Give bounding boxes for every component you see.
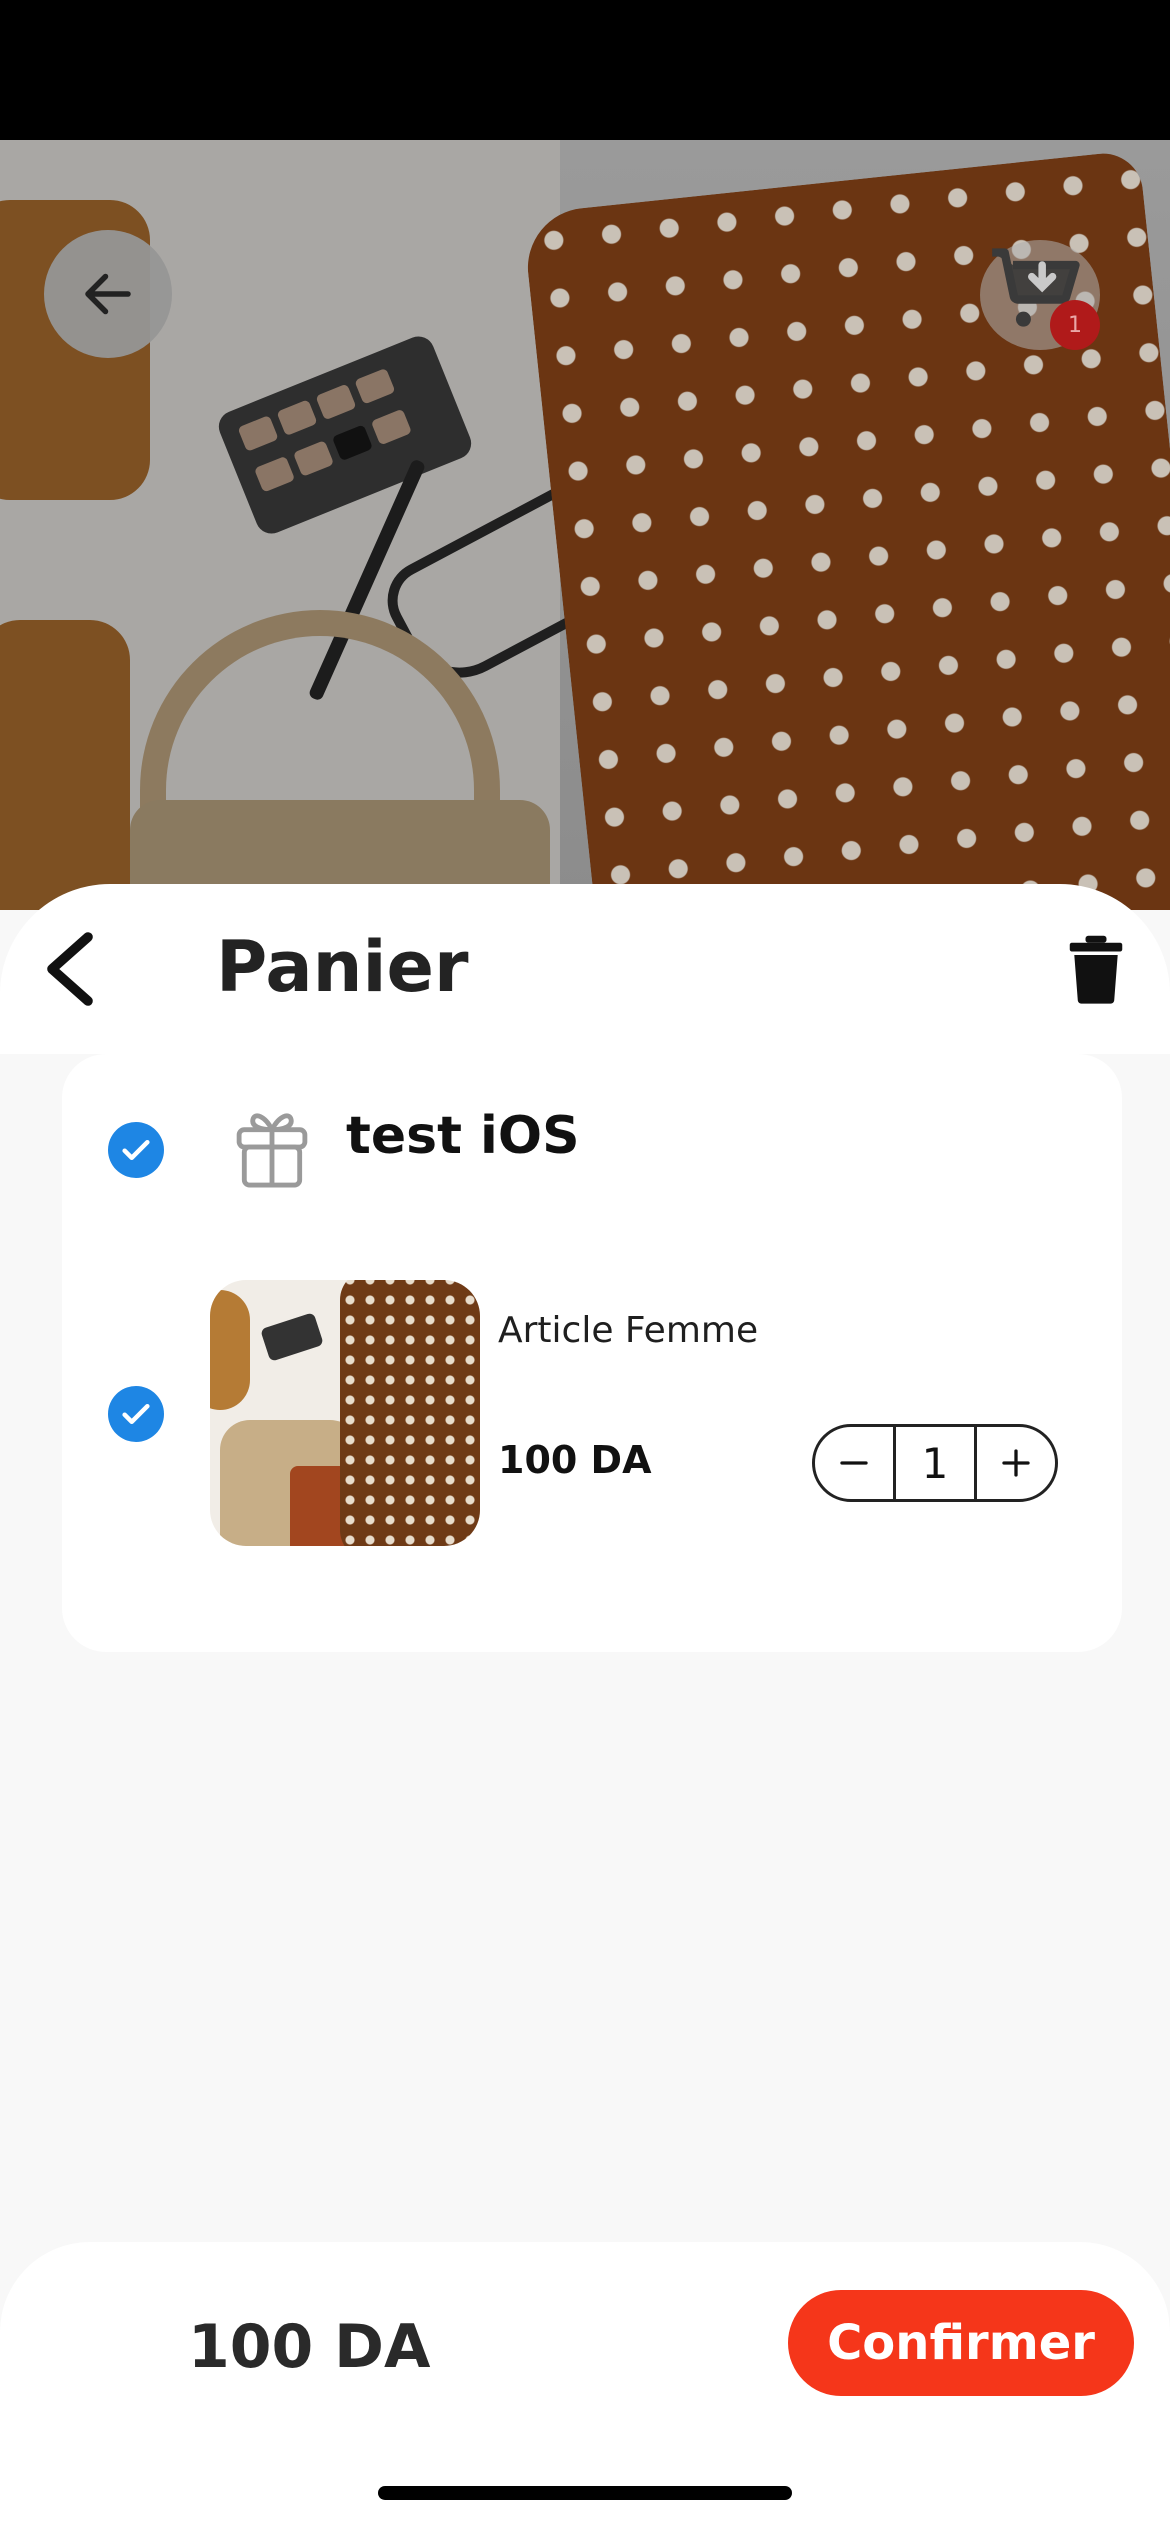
sandal-image (0, 620, 130, 910)
total-price: 100 DA (188, 2312, 431, 2382)
checkmark-icon (122, 1139, 150, 1161)
shop-select-checkbox[interactable] (108, 1122, 164, 1178)
cart-count-badge: 1 (1050, 300, 1100, 350)
home-indicator (378, 2486, 792, 2500)
delete-button[interactable] (1068, 934, 1124, 1004)
plus-icon (1002, 1449, 1030, 1477)
quantity-stepper: 1 (812, 1424, 1058, 1502)
quantity-value[interactable]: 1 (893, 1427, 977, 1499)
item-select-checkbox[interactable] (108, 1386, 164, 1442)
hero-back-button[interactable] (44, 230, 172, 358)
minus-icon (840, 1461, 868, 1465)
item-price: 100 DA (498, 1438, 652, 1482)
checkout-bar: 100 DA Confirmer (0, 2242, 1170, 2532)
increase-quantity-button[interactable] (977, 1427, 1055, 1499)
trash-icon (1069, 935, 1123, 1004)
back-button[interactable] (28, 924, 108, 1014)
arrow-left-icon (85, 273, 131, 315)
item-name[interactable]: Article Femme (498, 1310, 758, 1351)
shop-cart-card: test iOS Article Femme 100 DA 1 (62, 1054, 1122, 1652)
checkmark-icon (122, 1403, 150, 1425)
cart-header: Panier (0, 884, 1170, 1054)
item-thumbnail[interactable] (210, 1280, 480, 1546)
decrease-quantity-button[interactable] (815, 1427, 893, 1499)
status-bar (0, 0, 1170, 140)
chevron-left-icon (47, 932, 93, 1006)
shop-name: test iOS (346, 1106, 580, 1166)
page-title: Panier (216, 926, 469, 1008)
gift-icon (230, 1102, 314, 1192)
confirm-button[interactable]: Confirmer (788, 2290, 1134, 2396)
